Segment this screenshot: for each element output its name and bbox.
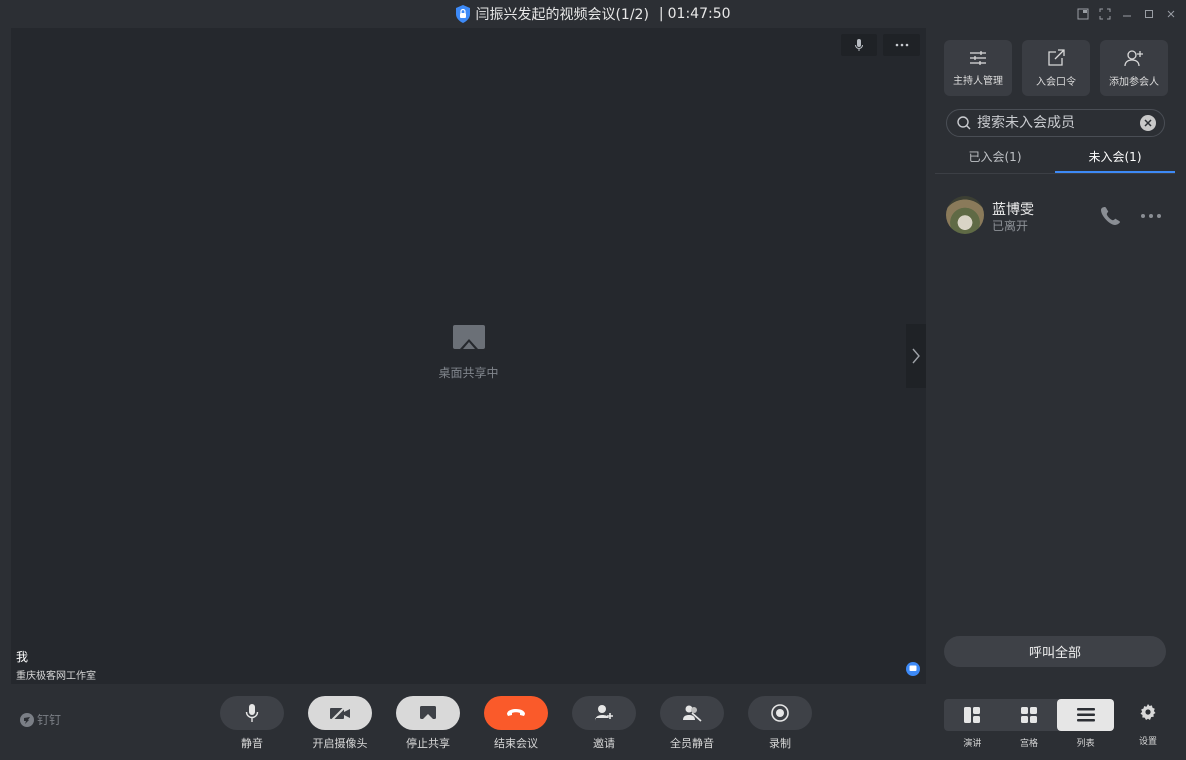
more-icon [895, 43, 908, 47]
stop-share-label: 停止共享 [406, 737, 450, 750]
end-meeting-label: 结束会议 [494, 737, 538, 750]
mute-label: 静音 [241, 737, 263, 750]
title-separator: | [658, 6, 664, 22]
search-icon [957, 116, 971, 130]
stop-share-pill[interactable] [396, 696, 460, 730]
collapse-panel-button[interactable] [906, 324, 926, 388]
brand-name: 钉钉 [37, 713, 62, 727]
stop-share-button[interactable]: 停止共享 [396, 696, 460, 751]
settings-label: 设置 [1138, 737, 1157, 747]
invite-pill[interactable] [572, 696, 636, 730]
host-manage-label: 主持人管理 [953, 75, 1003, 87]
mute-button[interactable]: 静音 [220, 696, 284, 751]
end-meeting-pill[interactable] [484, 696, 548, 730]
gear-icon [1140, 704, 1156, 720]
self-name: 我 [16, 650, 29, 664]
host-manage-button[interactable]: 主持人管理 [944, 40, 1012, 96]
view-list-label: 列表 [1076, 739, 1095, 749]
add-participant-button[interactable]: 添加参会人 [1100, 40, 1168, 96]
participants-panel: 主持人管理 入会口令 添加参会人 已入会(1) 未入会(1) 蓝博雯 已离开 呼 [935, 28, 1186, 684]
view-speaker-button[interactable] [944, 699, 1001, 731]
add-person-icon [1124, 49, 1143, 66]
sliders-icon [970, 50, 986, 65]
phone-icon[interactable] [1100, 204, 1122, 229]
stage-more-button[interactable] [883, 34, 920, 56]
mute-all-button[interactable]: 全员静音 [660, 696, 724, 751]
chat-badge-icon[interactable] [906, 662, 920, 676]
join-code-button[interactable]: 入会口令 [1022, 40, 1090, 96]
call-all-button[interactable]: 呼叫全部 [944, 636, 1166, 667]
record-button[interactable]: 录制 [748, 696, 812, 751]
invite-label: 邀请 [593, 737, 615, 750]
camera-label: 开启摄像头 [312, 737, 368, 750]
share-screen-icon [420, 706, 436, 719]
view-switcher [944, 699, 1115, 731]
member-tabs: 已入会(1) 未入会(1) [935, 144, 1175, 174]
screen-share-icon [452, 325, 485, 349]
tab-joined[interactable]: 已入会(1) [935, 144, 1055, 173]
lock-shield-icon [455, 5, 471, 23]
maximize-icon[interactable] [1140, 5, 1158, 23]
view-grid-button[interactable] [1001, 699, 1058, 731]
invite-icon [595, 705, 613, 721]
list-layout-icon [1076, 708, 1095, 722]
camera-off-icon [330, 705, 350, 721]
fullscreen-icon[interactable] [1096, 5, 1114, 23]
camera-pill[interactable] [308, 696, 372, 730]
member-search-input[interactable] [977, 115, 1127, 131]
self-org: 重庆极客网工作室 [16, 671, 96, 682]
chevron-right-icon [912, 348, 920, 364]
window-title: 闫振兴发起的视频会议(1/2) | 01:47:50 [0, 4, 1186, 24]
speaker-layout-icon [964, 707, 981, 723]
panel-actions: 主持人管理 入会口令 添加参会人 [944, 40, 1168, 96]
clear-search-icon[interactable] [1140, 115, 1156, 131]
member-status: 已离开 [992, 219, 1029, 233]
mute-all-pill[interactable] [660, 696, 724, 730]
hangup-icon [507, 709, 525, 716]
add-participant-label: 添加参会人 [1109, 76, 1159, 88]
mute-pill[interactable] [220, 696, 284, 730]
brand-logo: 钉钉 [20, 711, 61, 728]
list-item[interactable]: 蓝博雯 已离开 [946, 196, 1171, 234]
meeting-toolbar: 钉钉 静音 开启摄像头 停止共享 结束会议 邀请 全员静音 录制 演讲 宫格 列… [0, 684, 1186, 760]
join-code-label: 入会口令 [1036, 76, 1076, 88]
meeting-title: 闫振兴发起的视频会议(1/2) [475, 7, 649, 23]
title-bar: 闫振兴发起的视频会议(1/2) | 01:47:50 [0, 0, 1186, 28]
mic-icon [855, 39, 863, 51]
record-icon [771, 704, 789, 722]
mic-icon [245, 704, 259, 722]
view-list-button[interactable] [1057, 699, 1115, 731]
record-pill[interactable] [748, 696, 812, 730]
camera-button[interactable]: 开启摄像头 [308, 696, 372, 751]
mute-all-icon [683, 705, 702, 722]
share-status: 桌面共享中 [11, 324, 926, 381]
member-name: 蓝博雯 [992, 202, 1034, 218]
share-out-icon [1048, 48, 1065, 66]
dingtalk-logo-icon [20, 712, 34, 727]
view-labels: 演讲 宫格 列表 [944, 736, 1114, 749]
close-icon[interactable] [1162, 5, 1180, 23]
minimize-icon[interactable] [1118, 5, 1136, 23]
member-search[interactable] [946, 109, 1165, 137]
share-status-text: 桌面共享中 [438, 366, 499, 380]
view-speaker-label: 演讲 [963, 739, 982, 749]
tab-not-joined[interactable]: 未入会(1) [1055, 144, 1175, 173]
settings-button[interactable]: 设置 [1135, 704, 1161, 747]
video-stage: 桌面共享中 我 重庆极客网工作室 [11, 28, 926, 684]
grid-layout-icon [1021, 707, 1037, 723]
more-icon[interactable] [1140, 208, 1162, 222]
invite-button[interactable]: 邀请 [572, 696, 636, 751]
end-meeting-button[interactable]: 结束会议 [484, 696, 548, 751]
view-grid-label: 宫格 [1020, 739, 1039, 749]
window-controls [1074, 5, 1180, 23]
stage-mic-button[interactable] [841, 34, 877, 56]
record-label: 录制 [769, 737, 791, 750]
avatar [946, 196, 984, 234]
mute-all-label: 全员静音 [670, 737, 714, 750]
meeting-timer: 01:47:50 [667, 6, 731, 22]
pip-icon[interactable] [1074, 5, 1092, 23]
